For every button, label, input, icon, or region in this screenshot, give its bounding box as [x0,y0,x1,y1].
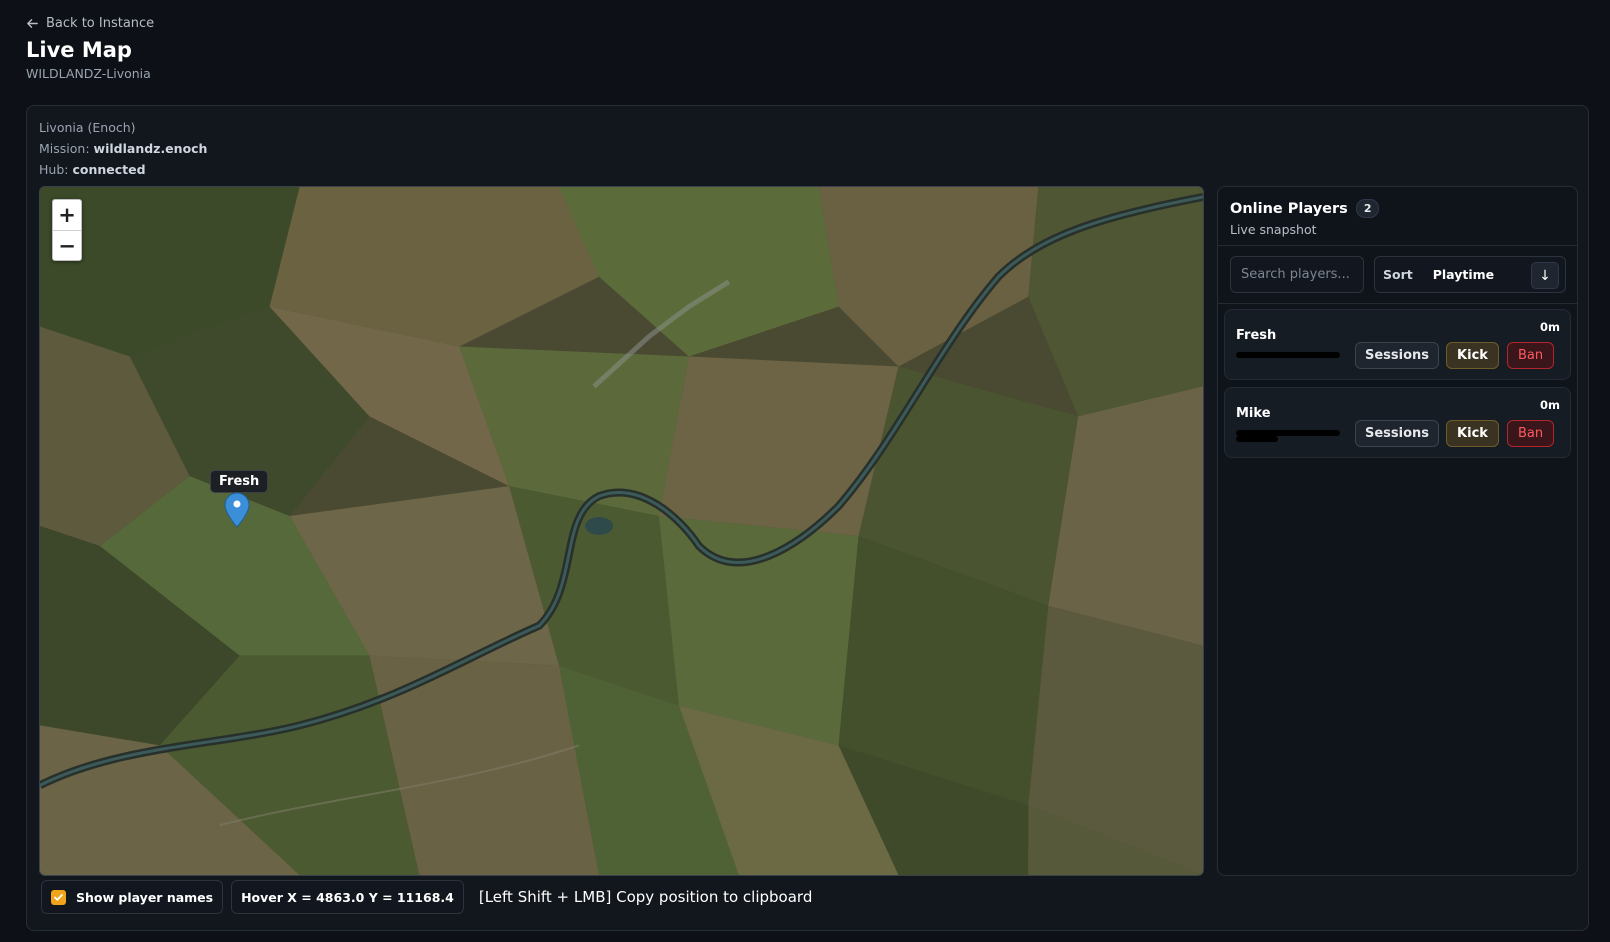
sort-control: Sort Playtime ↓ [1374,256,1566,293]
divider [1218,303,1577,304]
player-playtime: 0m [1540,398,1560,412]
copy-position-hint: [Left Shift + LMB] Copy position to clip… [478,888,813,906]
zoom-controls: + − [52,199,82,261]
live-map[interactable]: + − Fresh [39,186,1204,876]
ban-button[interactable]: Ban [1507,420,1554,447]
back-label: Back to Instance [46,16,155,31]
player-marker-label: Fresh [210,470,269,493]
arrow-down-icon: ↓ [1539,267,1551,284]
page-title: Live Map [26,38,132,62]
mission-label: Mission: [39,141,90,156]
sort-direction-button[interactable]: ↓ [1531,262,1559,289]
map-pin-icon[interactable] [224,492,250,528]
player-name: Mike [1236,406,1271,421]
back-to-instance-link[interactable]: Back to Instance [26,16,154,31]
mission-line: Mission: wildlandz.enoch [39,138,207,159]
redacted-id [1236,352,1340,358]
player-row[interactable]: Fresh 0m Sessions Kick Ban [1224,309,1571,380]
instance-name: WILDLANDZ-Livonia [26,66,151,81]
show-player-names-toggle[interactable]: Show player names [41,880,224,914]
players-title: Online Players [1230,200,1348,217]
terrain-map [40,187,1203,875]
kick-button[interactable]: Kick [1446,420,1499,447]
players-count-badge: 2 [1355,199,1380,218]
ban-button[interactable]: Ban [1507,342,1554,369]
sort-select[interactable]: Playtime [1433,267,1494,282]
players-subtitle: Live snapshot [1230,222,1317,237]
hub-label: Hub: [39,162,69,177]
search-players-input[interactable] [1230,256,1364,293]
show-player-names-label: Show player names [76,889,214,905]
hub-status: connected [72,162,146,177]
sessions-button[interactable]: Sessions [1355,420,1439,447]
checkbox-checked-icon[interactable] [51,889,66,905]
map-card: Livonia (Enoch) Mission: wildlandz.enoch… [26,105,1589,931]
mission-value: wildlandz.enoch [93,141,208,156]
player-playtime: 0m [1540,320,1560,334]
players-header: Online Players 2 Live snapshot [1230,199,1380,237]
hub-line: Hub: connected [39,159,207,180]
hover-coordinates: Hover X = 4863.0 Y = 11168.4 [231,880,464,914]
zoom-in-button[interactable]: + [53,200,81,230]
players-title-row: Online Players 2 [1230,199,1380,218]
zoom-out-button[interactable]: − [53,230,81,260]
redacted-id [1236,436,1278,442]
map-name: Livonia (Enoch) [39,120,136,135]
kick-button[interactable]: Kick [1446,342,1499,369]
online-players-panel: Online Players 2 Live snapshot Sort Play… [1217,186,1578,876]
sessions-button[interactable]: Sessions [1355,342,1439,369]
map-meta: Livonia (Enoch) Mission: wildlandz.enoch… [39,117,207,180]
player-row[interactable]: Mike 0m Sessions Kick Ban [1224,387,1571,458]
sort-label: Sort [1383,267,1413,282]
player-name: Fresh [1236,328,1277,343]
map-footer: Show player names Hover X = 4863.0 Y = 1… [41,879,812,915]
divider [1218,245,1577,246]
arrow-left-icon [27,19,38,28]
